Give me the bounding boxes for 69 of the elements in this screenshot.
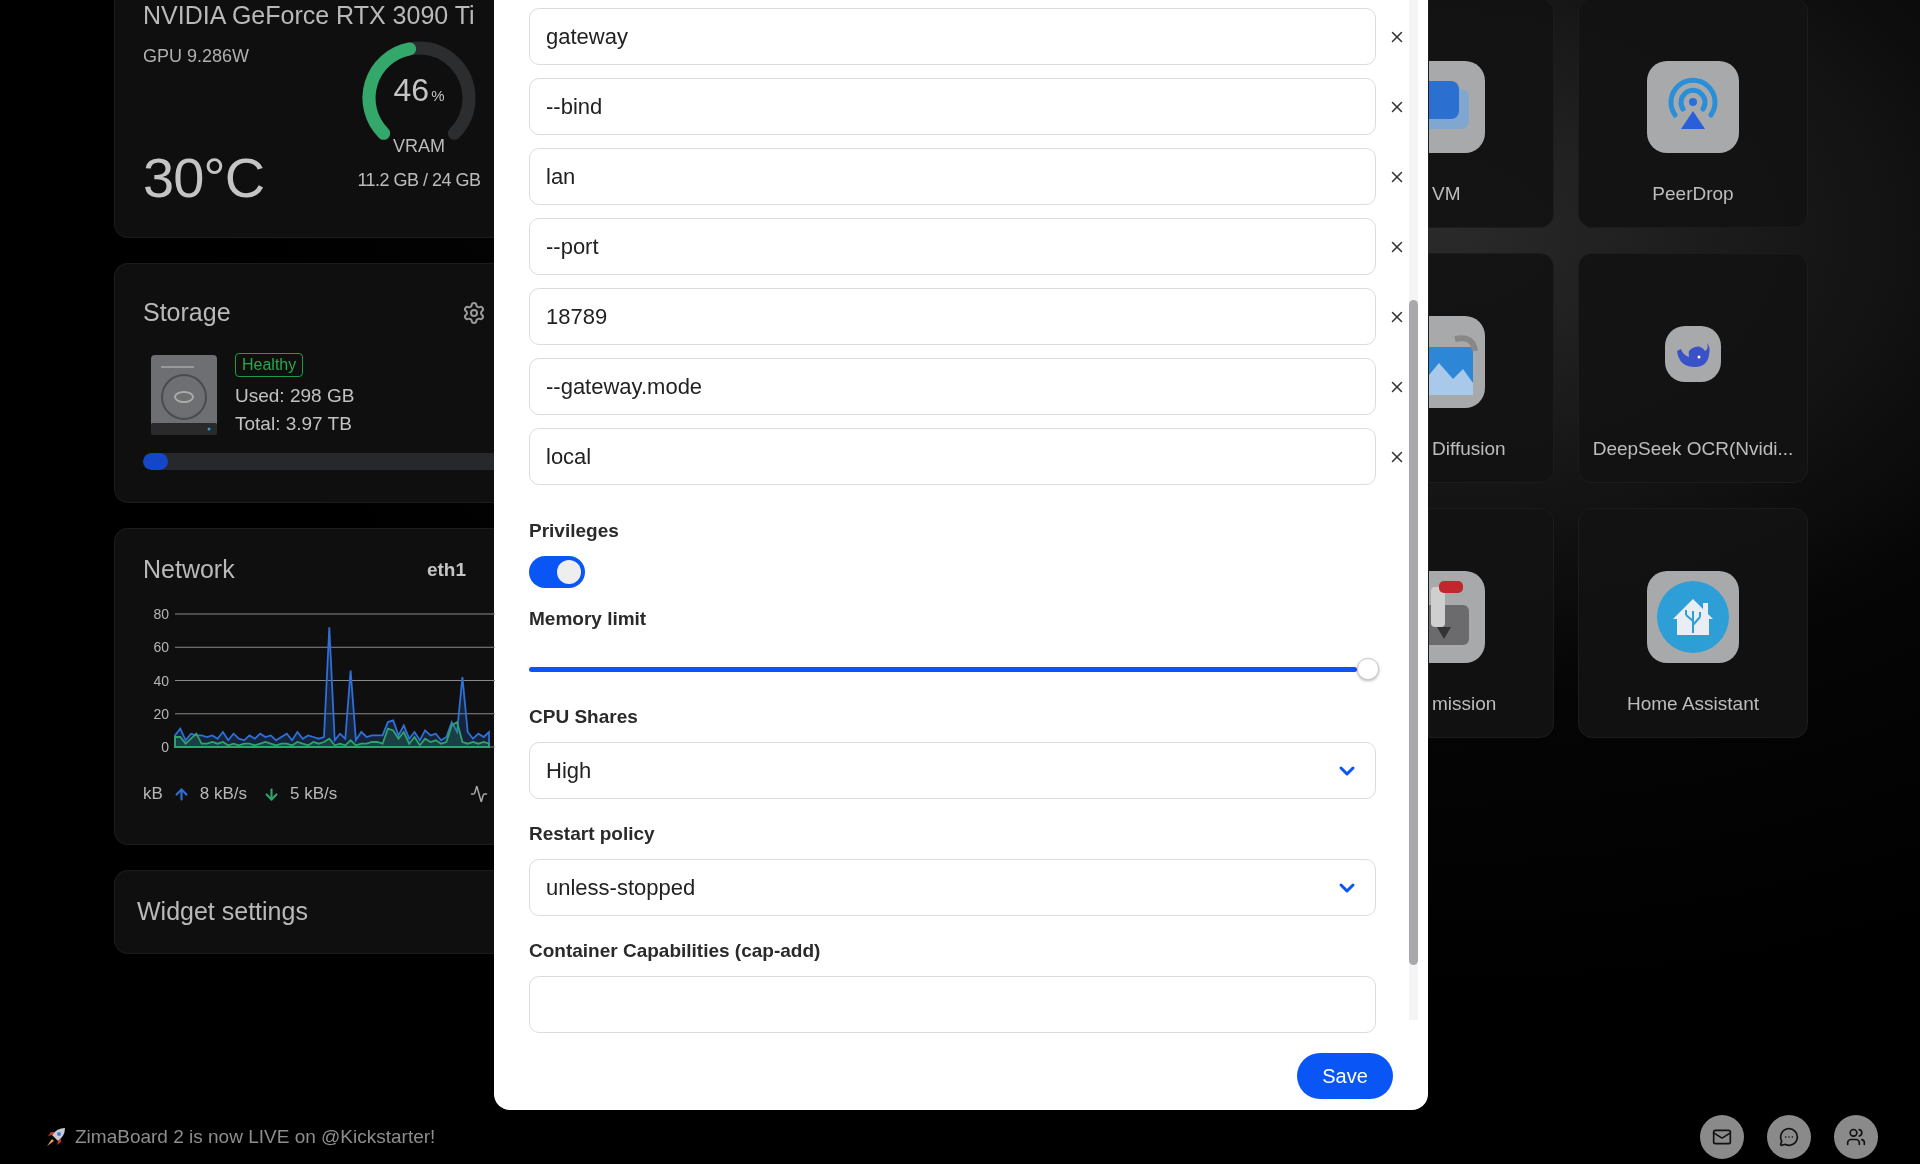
field-label: Memory limit (529, 608, 647, 630)
argument-field[interactable]: --port (529, 218, 1376, 275)
field-label: Container Capabilities (cap-add) (529, 940, 821, 962)
settings-icon[interactable] (462, 300, 486, 325)
download-speed: 5 kB/s (290, 784, 338, 804)
gpu-title: NVIDIA GeForce RTX 3090 Ti (143, 1, 476, 30)
memory-limit-slider[interactable] (529, 658, 1379, 680)
axis-tick-label: 40 (153, 672, 169, 689)
privileges-toggle[interactable] (529, 556, 585, 588)
vram-percent: 46 (393, 72, 430, 109)
app-tile[interactable]: PeerDrop (1578, 0, 1808, 228)
argument-field[interactable]: 18789 (529, 288, 1376, 345)
users-icon (1846, 1127, 1866, 1147)
announcement-text[interactable]: ZimaBoard 2 is now LIVE on @Kickstarter! (75, 1126, 436, 1148)
argument-field[interactable]: gateway (529, 8, 1376, 65)
download-arrow-icon (263, 785, 281, 803)
restart-policy-select[interactable]: unless-stopped (529, 859, 1376, 916)
argument-field[interactable]: --bind (529, 78, 1376, 135)
widget-settings-title: Widget settings (137, 897, 309, 926)
capabilities-field[interactable] (529, 976, 1376, 1033)
argument-field[interactable]: lan (529, 148, 1376, 205)
app-tile[interactable]: Home Assistant (1578, 508, 1808, 738)
app-tile[interactable]: VM (1428, 0, 1554, 228)
axis-tick-label: 80 (153, 606, 169, 622)
app-name: DeepSeek OCR(Nvidi... (1592, 438, 1794, 460)
app-name: mission (1431, 693, 1497, 715)
field-label: Privileges (529, 520, 619, 542)
gpu-temperature: 30°C (143, 145, 266, 210)
vram-label: VRAM (392, 136, 446, 157)
chat-button[interactable] (1767, 1115, 1811, 1159)
interface-name[interactable]: eth1 (426, 558, 466, 581)
house-icon (1655, 579, 1731, 655)
gpu-power: GPU 9.286W (143, 46, 251, 67)
unit-label: kB (143, 784, 163, 804)
field-label: Restart policy (529, 823, 655, 845)
storage-title: Storage (143, 298, 231, 327)
save-button[interactable]: Save (1297, 1053, 1393, 1099)
widget-settings-card[interactable]: Widget settings (114, 870, 494, 954)
app-name: Home Assistant (1627, 693, 1759, 715)
app-tile[interactable]: Diffusion (1428, 253, 1554, 483)
storage-total: Total: 3.97 TB (235, 413, 352, 435)
cpu-shares-select[interactable]: High (529, 742, 1376, 799)
percent-unit: % (431, 87, 445, 104)
health-status: Healthy (235, 353, 304, 377)
app-name: PeerDrop (1652, 183, 1734, 205)
hard-drive-icon (149, 353, 219, 437)
argument-field[interactable]: --gateway.mode (529, 358, 1376, 415)
scrollbar-thumb[interactable] (1409, 300, 1418, 965)
upload-speed: 8 kB/s (199, 784, 248, 804)
app-name: VM (1431, 183, 1461, 205)
app-tile[interactable]: mission (1428, 508, 1554, 738)
rocket-icon (45, 1126, 67, 1148)
network-title: Network (143, 555, 235, 584)
upload-arrow-icon (172, 785, 190, 803)
chat-bubble-icon (1779, 1127, 1799, 1147)
slider-thumb[interactable] (1357, 658, 1379, 680)
mail-button[interactable] (1700, 1115, 1744, 1159)
users-button[interactable] (1834, 1115, 1878, 1159)
chart-icon[interactable] (470, 785, 488, 803)
axis-tick-label: 0 (161, 739, 169, 755)
argument-field[interactable]: local (529, 428, 1376, 485)
field-label: CPU Shares (529, 706, 638, 728)
mail-icon (1712, 1127, 1732, 1147)
axis-tick-label: 60 (153, 639, 169, 656)
axis-tick-label: 20 (153, 705, 169, 722)
app-name: Diffusion (1431, 438, 1506, 460)
app-tile[interactable]: DeepSeek OCR(Nvidi... (1578, 253, 1808, 483)
storage-used: Used: 298 GB (235, 385, 355, 407)
vram-usage: 11.2 GB / 24 GB (357, 170, 481, 191)
